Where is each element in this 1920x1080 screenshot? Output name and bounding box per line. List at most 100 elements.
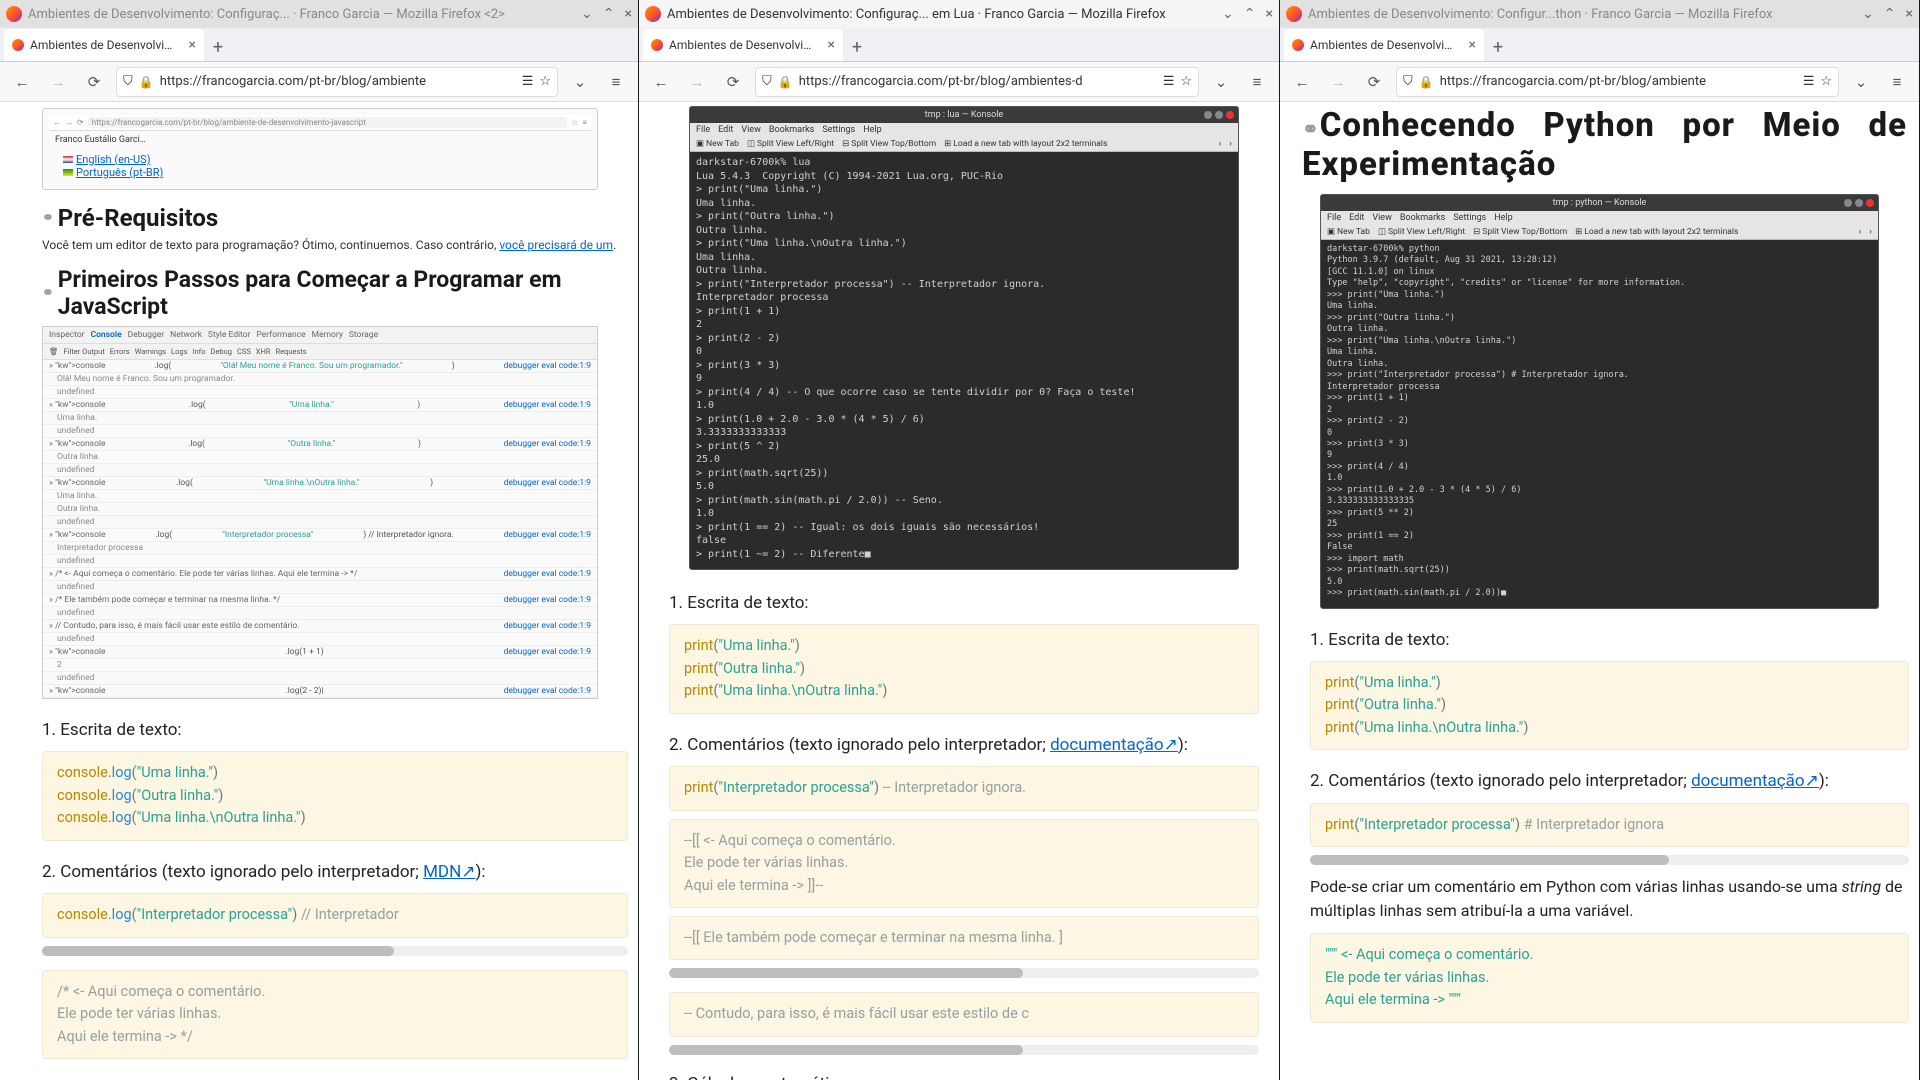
- window-close-button[interactable]: ×: [1266, 6, 1273, 22]
- window-maximize-button[interactable]: ⌃: [1884, 6, 1896, 22]
- code-block: /* <- Aqui começa o comentário. Ele pode…: [42, 970, 628, 1059]
- code-block: console.log("Uma linha.") console.log("O…: [42, 751, 628, 840]
- konsole-screenshot: tmp : python — Konsole FileEditViewBookm…: [1320, 194, 1879, 609]
- back-button[interactable]: ←: [8, 68, 36, 96]
- code-block: """ <- Aqui começa o comentário. Ele pod…: [1310, 933, 1909, 1022]
- tab-bar: Ambientes de Desenvolvimen × +: [639, 28, 1279, 62]
- browser-tab[interactable]: Ambientes de Desenvolvimen ×: [643, 29, 843, 61]
- bookmark-star-icon[interactable]: ☆: [539, 74, 551, 89]
- dt-tab: Inspector: [49, 330, 85, 340]
- list-item: 1. Escrita de texto:: [42, 717, 628, 743]
- konsole-titlebar: tmp : python — Konsole: [1321, 195, 1878, 211]
- window-maximize-button[interactable]: ⌃: [603, 6, 615, 22]
- bookmark-star-icon[interactable]: ☆: [1180, 74, 1192, 89]
- back-button[interactable]: ←: [647, 68, 675, 96]
- reload-button[interactable]: ⟳: [80, 68, 108, 96]
- pocket-button[interactable]: ⌄: [1207, 68, 1235, 96]
- page-content: ⚭Conhecendo Python por Meio de Experimen…: [1280, 102, 1919, 1080]
- window-title: Ambientes de Desenvolvimento: Configuraç…: [667, 7, 1216, 22]
- pocket-button[interactable]: ⌄: [566, 68, 594, 96]
- browser-tab[interactable]: Ambientes de Desenvolvimen ×: [1284, 29, 1484, 61]
- window-maximize-button[interactable]: ⌃: [1244, 6, 1256, 22]
- mini-fwd-icon: →: [65, 118, 73, 127]
- favicon-icon: [651, 39, 663, 51]
- forward-button[interactable]: →: [44, 68, 72, 96]
- window-title: Ambientes de Desenvolvimento: Configuraç…: [28, 7, 575, 22]
- window-titlebar: Ambientes de Desenvolvimento: Configur..…: [1280, 0, 1919, 28]
- forward-button[interactable]: →: [1324, 68, 1352, 96]
- mini-header: Franco Eustálio Garci…: [49, 131, 591, 149]
- konsole-menubar: FileEditViewBookmarksSettingsHelp: [1321, 211, 1878, 225]
- window-close-button[interactable]: ×: [1906, 6, 1913, 22]
- terminal-output: darkstar-6700k% lua Lua 5.4.3 Copyright …: [690, 152, 1238, 569]
- heading-prerequisitos: ⚭Pré-Requisitos: [42, 204, 628, 232]
- hamburger-menu-button[interactable]: ≡: [602, 68, 630, 96]
- reload-button[interactable]: ⟳: [719, 68, 747, 96]
- hamburger-menu-button[interactable]: ≡: [1883, 68, 1911, 96]
- code-block: console.log("Interpretador processa") //…: [42, 893, 628, 937]
- hamburger-menu-button[interactable]: ≡: [1243, 68, 1271, 96]
- window-title: Ambientes de Desenvolvimento: Configur..…: [1308, 7, 1856, 22]
- anchor-icon[interactable]: ⚭: [42, 285, 54, 301]
- window-minimize-button[interactable]: ⌄: [1862, 6, 1874, 22]
- lang-en-link[interactable]: English (en-US): [63, 153, 591, 166]
- code-block: print("Uma linha.") print("Outra linha."…: [669, 624, 1259, 713]
- reader-icon[interactable]: ☰: [1803, 74, 1815, 89]
- prereq-desc: Você tem um editor de texto para program…: [42, 238, 628, 252]
- bookmark-star-icon[interactable]: ☆: [1820, 74, 1832, 89]
- doc-link[interactable]: documentação↗: [1691, 771, 1819, 791]
- window-minimize-button[interactable]: ⌄: [1222, 6, 1234, 22]
- shield-icon: ⛉: [762, 74, 772, 89]
- nav-toolbar: ← → ⟳ ⛉ 🔒 https://francogarcia.com/pt-br…: [639, 62, 1279, 102]
- scrollbar[interactable]: [42, 946, 628, 956]
- scrollbar[interactable]: [669, 1045, 1259, 1055]
- scrollbar[interactable]: [1310, 855, 1909, 865]
- list-item: 3. Cálculos matemáticos:: [669, 1071, 1259, 1080]
- konsole-toolbar: ▣ New Tab ◫ Split View Left/Right ⊟ Spli…: [690, 137, 1238, 152]
- new-tab-button[interactable]: +: [843, 33, 871, 61]
- anchor-icon[interactable]: ⚭: [1302, 117, 1320, 141]
- mini-url: https://francogarcia.com/pt-br/blog/ambi…: [88, 117, 567, 128]
- doc-link[interactable]: documentação↗: [1050, 735, 1178, 755]
- page-heading: ⚭Conhecendo Python por Meio de Experimen…: [1302, 106, 1907, 184]
- tab-close-icon[interactable]: ×: [189, 37, 196, 53]
- forward-button[interactable]: →: [683, 68, 711, 96]
- lock-icon: 🔒: [139, 75, 154, 89]
- tab-close-icon[interactable]: ×: [1469, 37, 1476, 53]
- mdn-link[interactable]: MDN↗: [423, 862, 475, 882]
- reader-icon[interactable]: ☰: [1163, 74, 1175, 89]
- scrollbar[interactable]: [669, 968, 1259, 978]
- window-close-button[interactable]: ×: [625, 6, 632, 22]
- anchor-icon[interactable]: ⚭: [42, 210, 54, 226]
- nav-toolbar: ← → ⟳ ⛉ 🔒 https://francogarcia.com/pt-br…: [0, 62, 638, 102]
- page-content: ← → ⟳ https://francogarcia.com/pt-br/blo…: [0, 102, 638, 1080]
- dt-tab: Debugger: [128, 330, 164, 340]
- favicon-icon: [12, 39, 24, 51]
- new-tab-button[interactable]: +: [204, 33, 232, 61]
- url-bar[interactable]: ⛉ 🔒 https://francogarcia.com/pt-br/blog/…: [755, 67, 1199, 97]
- browser-tab[interactable]: Ambientes de Desenvolvimen ×: [4, 29, 204, 61]
- url-bar[interactable]: ⛉ 🔒 https://francogarcia.com/pt-br/blog/…: [116, 67, 558, 97]
- dt-tab: Style Editor: [208, 330, 251, 340]
- tab-close-icon[interactable]: ×: [828, 37, 835, 53]
- lang-pt-link[interactable]: Português (pt-BR): [63, 166, 591, 179]
- prereq-link[interactable]: você precisará de um: [499, 238, 613, 252]
- dt-tab-console: Console: [91, 330, 122, 340]
- firefox-icon: [6, 6, 22, 22]
- new-tab-button[interactable]: +: [1484, 33, 1512, 61]
- konsole-screenshot: tmp : lua — Konsole FileEditViewBookmark…: [689, 106, 1239, 570]
- url-bar[interactable]: ⛉ 🔒 https://francogarcia.com/pt-br/blog/…: [1396, 67, 1839, 97]
- reload-button[interactable]: ⟳: [1360, 68, 1388, 96]
- nav-toolbar: ← → ⟳ ⛉ 🔒 https://francogarcia.com/pt-br…: [1280, 62, 1919, 102]
- url-text: https://francogarcia.com/pt-br/blog/ambi…: [1440, 74, 1797, 89]
- reader-icon[interactable]: ☰: [522, 74, 534, 89]
- code-block: print("Uma linha.") print("Outra linha."…: [1310, 661, 1909, 750]
- window-minimize-button[interactable]: ⌄: [581, 6, 593, 22]
- list-item: 1. Escrita de texto:: [669, 590, 1259, 616]
- code-block: print("Interpretador processa") -- Inter…: [669, 766, 1259, 810]
- embedded-screenshot: ← → ⟳ https://francogarcia.com/pt-br/blo…: [42, 108, 598, 190]
- back-button[interactable]: ←: [1288, 68, 1316, 96]
- code-block: --[[ <- Aqui começa o comentário. Ele po…: [669, 819, 1259, 908]
- pocket-button[interactable]: ⌄: [1847, 68, 1875, 96]
- paragraph: Pode-se criar um comentário em Python co…: [1310, 875, 1909, 923]
